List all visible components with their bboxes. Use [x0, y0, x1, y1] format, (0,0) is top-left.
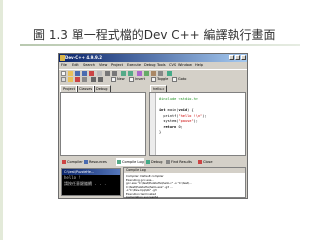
goto-icon[interactable] [172, 77, 177, 82]
goto-button[interactable]: Goto [178, 76, 186, 83]
window-titlebar[interactable]: Dev-C++ 4.9.9.2 [59, 54, 247, 62]
close-tab-icon [198, 160, 202, 164]
tab-close[interactable]: Close [197, 158, 213, 166]
menu-search[interactable]: Search [83, 62, 95, 69]
main-toolbar [59, 69, 247, 76]
tab-compiler[interactable]: Compiler [61, 158, 83, 166]
ide-window: Dev-C++ 4.9.9.2 File Edit Search View Pr… [58, 53, 248, 199]
code-line: system("pause"); [159, 119, 198, 123]
new-button[interactable]: New [117, 76, 125, 83]
code-token: } [159, 130, 162, 134]
code-token: "hello !\n" [178, 113, 203, 118]
new-icon[interactable] [111, 77, 116, 82]
slide-left-bar [0, 0, 3, 240]
code-token: #include <stdio.h> [159, 97, 198, 101]
tab-compile-log[interactable]: Compile Log [116, 158, 144, 166]
tab-find-results[interactable]: Find Results [165, 158, 192, 166]
tab-compile-log-label: Compile Log [122, 160, 144, 164]
project-add-icon[interactable] [68, 77, 73, 82]
tab-compiler-label: Compiler [67, 160, 83, 164]
code-token: "pause" [178, 119, 194, 123]
project-new-icon[interactable] [61, 77, 66, 82]
code-token: main( [165, 108, 179, 112]
tab-editor-file[interactable]: hello.c [150, 85, 168, 92]
code-token: 0; [176, 124, 183, 129]
code-line: #include <stdio.h> [159, 97, 198, 101]
debug-tab-icon [146, 160, 150, 164]
title-divider [20, 44, 300, 46]
menu-window[interactable]: Window [178, 62, 192, 69]
tab-debug-bottom[interactable]: Debug [145, 158, 163, 166]
menu-cvs[interactable]: CVS [169, 62, 176, 69]
close-icon[interactable] [241, 55, 246, 60]
tab-find-results-label: Find Results [171, 160, 192, 164]
compile-run-icon[interactable] [151, 71, 156, 76]
project-options-icon[interactable] [82, 77, 87, 82]
console-window[interactable]: C:\test\PuzzleHe... hello ! 請按任意鍵繼續 . . … [61, 168, 121, 196]
code-token: return [163, 124, 177, 129]
menu-view[interactable]: View [99, 62, 107, 69]
code-token: printf( [159, 113, 179, 118]
maximize-icon[interactable] [235, 55, 240, 60]
menu-project[interactable]: Project [111, 62, 123, 69]
code-line: return 0; [159, 124, 183, 129]
slide-title: 圖 1.3 單一程式檔的Dev C++ 編譯執行畫面 [33, 28, 276, 42]
undo-icon[interactable] [105, 71, 110, 76]
project-remove-icon[interactable] [75, 77, 80, 82]
tab-resources-label: Resources [89, 160, 107, 164]
help-icon[interactable] [98, 77, 103, 82]
compiler-icon [62, 160, 66, 164]
code-token: ) { [187, 108, 194, 112]
tab-debug-bottom-label: Debug [151, 160, 163, 164]
new-file-icon[interactable] [61, 71, 66, 76]
compile-log-icon [117, 160, 121, 164]
code-line: printf("hello !\n"); [159, 113, 207, 118]
save-icon[interactable] [75, 71, 80, 76]
menubar: File Edit Search View Project Execute De… [59, 62, 247, 69]
code-token: ); [202, 113, 207, 118]
menu-file[interactable]: File [61, 62, 67, 69]
code-line: } [159, 130, 161, 134]
print-icon[interactable] [97, 71, 102, 76]
minimize-icon[interactable] [229, 55, 234, 60]
toggle-icon[interactable] [151, 77, 156, 82]
code-token: system( [159, 119, 179, 123]
class-browser-icon[interactable] [91, 77, 96, 82]
project-panel[interactable] [60, 92, 146, 156]
tab-close-label: Close [203, 160, 213, 164]
editor-gutter [150, 93, 156, 155]
bottom-tabs: Compiler Resources Compile Log Debug Fin… [59, 158, 247, 166]
code-token: void [178, 108, 188, 112]
log-line: Compilation successful [126, 195, 159, 199]
code-editor[interactable]: #include <stdio.h> int main(void) { print… [149, 92, 246, 156]
insert-button[interactable]: Insert [135, 76, 145, 83]
code-line: int main(void) { [159, 108, 194, 112]
tab-resources[interactable]: Resources [83, 158, 107, 166]
menu-execute[interactable]: Execute [127, 62, 141, 69]
window-title: Dev-C++ 4.9.9.2 [65, 55, 103, 60]
tab-debug[interactable]: Debug [93, 85, 111, 92]
console-output-line: 請按任意鍵繼續 . . . [64, 181, 107, 186]
menu-help[interactable]: Help [195, 62, 203, 69]
menu-debug[interactable]: Debug [144, 62, 156, 69]
open-folder-icon[interactable] [68, 71, 73, 76]
replace-icon[interactable] [128, 71, 133, 76]
toggle-button[interactable]: Toggle [157, 76, 168, 83]
compile-log-header: Compile Log [124, 168, 245, 173]
close-file-icon[interactable] [89, 71, 94, 76]
resources-icon [84, 160, 88, 164]
insert-icon[interactable] [129, 77, 134, 82]
compile-log-panel: Compile Log Compiler: Default compiler E… [123, 167, 246, 198]
menu-tools[interactable]: Tools [157, 62, 166, 69]
code-token: ); [193, 119, 198, 123]
save-all-icon[interactable] [82, 71, 87, 76]
panel-tabs: Project Classes Debug hello.c [59, 85, 247, 92]
find-results-icon [166, 160, 170, 164]
menu-edit[interactable]: Edit [72, 62, 79, 69]
